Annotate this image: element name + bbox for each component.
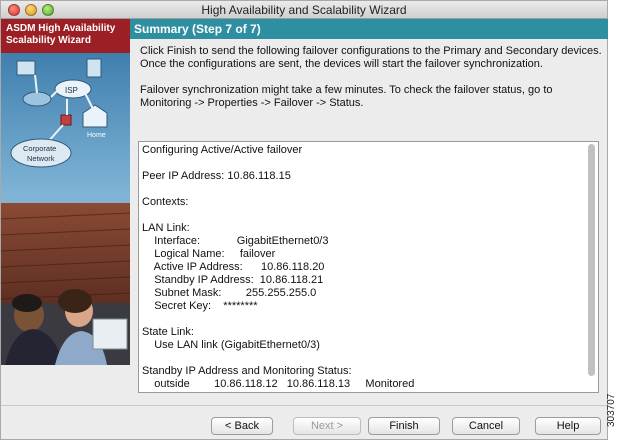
- wizard-brand-line2: Scalability Wizard: [6, 35, 91, 46]
- step-title: Summary (Step 7 of 7): [130, 19, 608, 39]
- cancel-button[interactable]: Cancel: [452, 417, 520, 435]
- wizard-illustration: ISP Home Corporate Network: [1, 53, 130, 365]
- intro-paragraph-status: Failover synchronization might take a fe…: [140, 84, 553, 109]
- intro-paragraph-finish: Click Finish to send the following failo…: [140, 45, 602, 70]
- help-button[interactable]: Help: [535, 417, 601, 435]
- intro-text: Click Finish to send the following failo…: [140, 45, 602, 110]
- svg-text:Home: Home: [87, 132, 106, 139]
- wizard-brand-header: ASDM High Availability Scalability Wizar…: [1, 19, 130, 53]
- summary-text: Configuring Active/Active failover Peer …: [142, 144, 415, 390]
- scrollbar-thumb[interactable]: [588, 144, 595, 376]
- wizard-window: High Availability and Scalability Wizard…: [0, 0, 608, 440]
- svg-text:ISP: ISP: [65, 86, 78, 95]
- figure-id-text: 303707: [606, 393, 617, 427]
- title-bar: High Availability and Scalability Wizard: [1, 1, 607, 19]
- next-button: Next >: [293, 417, 361, 435]
- window-title: High Availability and Scalability Wizard: [201, 3, 407, 17]
- vertical-scrollbar[interactable]: [587, 144, 596, 390]
- button-bar-divider: [1, 405, 608, 406]
- back-button[interactable]: < Back: [211, 417, 273, 435]
- summary-text-area[interactable]: Configuring Active/Active failover Peer …: [138, 141, 599, 393]
- wizard-brand-line1: ASDM High Availability: [6, 23, 116, 34]
- svg-text:Network: Network: [27, 154, 55, 163]
- svg-text:Corporate: Corporate: [23, 144, 56, 153]
- figure-id: 303707: [606, 393, 620, 437]
- finish-button[interactable]: Finish: [368, 417, 440, 435]
